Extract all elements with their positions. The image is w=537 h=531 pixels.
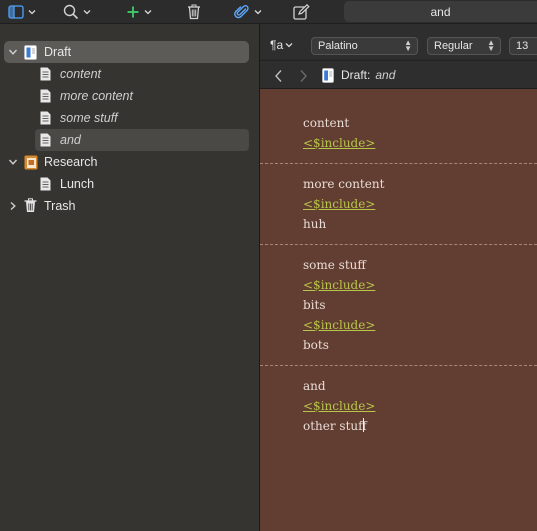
- editor-navigation-bar: [260, 60, 537, 89]
- binder-item-content[interactable]: content: [35, 63, 249, 85]
- main-toolbar: and: [0, 0, 537, 24]
- research-folder-icon: [24, 155, 38, 173]
- add-button[interactable]: [126, 2, 152, 22]
- text-line: huh: [303, 217, 327, 231]
- chevron-down-icon: [83, 10, 91, 15]
- paragraph-style-symbol: ¶a: [270, 38, 284, 52]
- paperclip-icon: [234, 5, 249, 19]
- binder-item-label: and: [60, 133, 81, 147]
- chevron-down-icon: [144, 10, 152, 15]
- binder-item-label: Lunch: [60, 177, 95, 191]
- back-arrow-icon[interactable]: [273, 69, 285, 83]
- include-placeholder[interactable]: <$include>: [303, 197, 375, 211]
- document-title-field[interactable]: and: [344, 1, 537, 22]
- document-separator: [260, 365, 537, 366]
- document-icon: [40, 89, 51, 106]
- chevron-down-icon: [28, 10, 36, 15]
- document-icon: [40, 111, 51, 128]
- text-line: and: [303, 379, 326, 393]
- binder-item-more-content[interactable]: more content: [35, 85, 249, 107]
- chevron-down-icon: [285, 43, 293, 48]
- trash-icon: [24, 198, 37, 216]
- breadcrumb[interactable]: Draft: and: [322, 66, 395, 84]
- select-arrows-icon: ▲ ▼: [404, 38, 412, 53]
- font-style-select[interactable]: Regular ▲ ▼: [427, 37, 501, 55]
- compose-icon: [293, 4, 310, 20]
- chevron-down-icon: [254, 10, 262, 15]
- document-separator: [260, 244, 537, 245]
- binder-item-label: some stuff: [60, 111, 118, 125]
- document-separator: [260, 163, 537, 164]
- font-family-select[interactable]: Palatino ▲ ▼: [311, 37, 418, 55]
- binder-item-draft[interactable]: Draft: [4, 41, 249, 63]
- text-cursor: [363, 418, 364, 432]
- format-bar: ¶a Palatino ▲ ▼ Regular ▲ ▼ 13: [260, 33, 537, 59]
- trash-icon: [188, 4, 200, 20]
- include-placeholder[interactable]: <$include>: [303, 318, 375, 332]
- binder-item-label: Research: [44, 155, 98, 169]
- breadcrumb-parent: Draft:: [341, 68, 371, 82]
- text-line: bits: [303, 298, 326, 312]
- binder-item-research[interactable]: Research: [4, 151, 249, 173]
- trash-button[interactable]: [187, 2, 201, 22]
- editor-top-gap: [260, 24, 537, 33]
- binder-item-label: content: [60, 67, 102, 81]
- paragraph-style-button[interactable]: ¶a: [270, 38, 293, 52]
- sidebar-toggle-icon: [8, 5, 24, 19]
- binder-item-label: Draft: [44, 45, 72, 59]
- binder-item-label: Trash: [44, 199, 76, 213]
- binder-sidebar: Draft content more content some stuff an…: [0, 24, 259, 531]
- text-line: other stuff: [303, 419, 367, 433]
- font-style-value: Regular: [434, 40, 473, 52]
- include-placeholder[interactable]: <$include>: [303, 399, 375, 413]
- binder-item-trash[interactable]: Trash: [4, 195, 249, 217]
- text-line: more content: [303, 177, 385, 191]
- select-arrows-icon: ▲ ▼: [487, 38, 495, 53]
- document-title: and: [430, 4, 451, 19]
- binder-item-some-stuff[interactable]: some stuff: [35, 107, 249, 129]
- compose-button[interactable]: [293, 2, 310, 22]
- document-icon: [40, 133, 51, 150]
- font-size-value: 13: [516, 40, 529, 52]
- disclosure-collapsed-icon[interactable]: [8, 201, 18, 211]
- binder-item-and[interactable]: and: [35, 129, 249, 151]
- text-line: some stuff: [303, 258, 366, 272]
- font-size-field[interactable]: 13: [509, 37, 537, 55]
- disclosure-expanded-icon[interactable]: [8, 47, 18, 57]
- editor-text-area[interactable]: content <$include> more content <$includ…: [260, 89, 537, 531]
- binder-item-label: more content: [60, 89, 133, 103]
- breadcrumb-document: and: [375, 68, 396, 82]
- search-icon: [63, 4, 79, 20]
- attachment-button[interactable]: [234, 2, 262, 22]
- font-family-value: Palatino: [318, 40, 358, 52]
- search-button[interactable]: [63, 2, 91, 22]
- text-line: content: [303, 116, 350, 130]
- binder-item-lunch[interactable]: Lunch: [35, 173, 249, 195]
- sidebar-toggle-button[interactable]: [8, 2, 36, 22]
- include-placeholder[interactable]: <$include>: [303, 136, 375, 150]
- forward-arrow-icon[interactable]: [297, 69, 309, 83]
- document-icon: [40, 67, 51, 84]
- disclosure-expanded-icon[interactable]: [8, 157, 18, 167]
- document-icon: [40, 177, 51, 194]
- include-placeholder[interactable]: <$include>: [303, 278, 375, 292]
- add-icon: [127, 6, 139, 18]
- draft-folder-icon: [322, 67, 334, 83]
- text-line: bots: [303, 338, 329, 352]
- draft-folder-icon: [24, 45, 37, 63]
